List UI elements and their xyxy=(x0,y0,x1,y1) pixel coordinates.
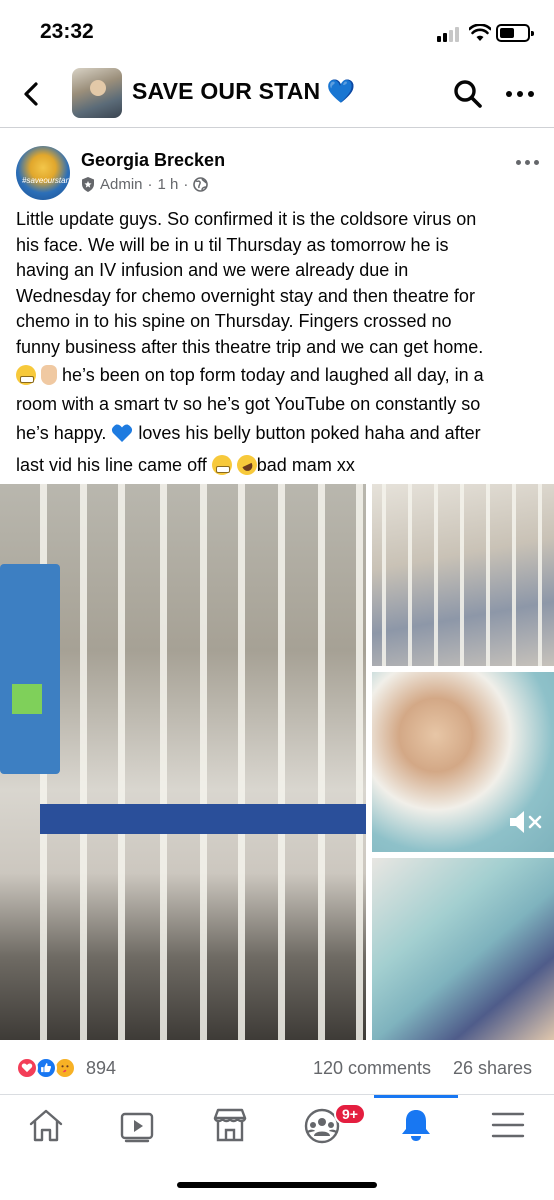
mute-icon[interactable] xyxy=(508,808,544,836)
post-photo-main[interactable] xyxy=(0,484,366,1040)
post-line: his face. We will be in u til Thursday a… xyxy=(16,234,449,255)
status-bar: 23:32 xyxy=(0,0,554,62)
signal-icon xyxy=(437,26,463,42)
home-indicator xyxy=(177,1182,377,1188)
post-line: funny business after this theatre trip a… xyxy=(16,336,484,357)
post-line: room with a smart tv so he’s got YouTube… xyxy=(16,394,481,414)
post-body: Little update guys. So confirmed it is t… xyxy=(16,207,538,482)
post-line-text: loves his belly button poked haha and af… xyxy=(133,423,481,443)
active-tab-indicator xyxy=(374,1095,458,1098)
post-header: #saveourstan Georgia Brecken Admin · 1 h… xyxy=(0,140,554,210)
grimace-emoji-icon xyxy=(211,455,232,475)
more-icon[interactable] xyxy=(506,90,536,98)
post-meta: Admin · 1 h · xyxy=(81,176,209,193)
post-line: he’s been on top form today and laughed … xyxy=(16,360,538,390)
watch-icon[interactable] xyxy=(118,1105,158,1145)
post-line-text: he’s been on top form today and laughed … xyxy=(57,365,484,385)
post-photo-4[interactable] xyxy=(372,858,554,1040)
admin-shield-icon xyxy=(82,177,94,192)
infusion-pump xyxy=(0,564,60,774)
share-count[interactable]: 26 shares xyxy=(453,1058,532,1079)
author-role: Admin xyxy=(100,176,143,193)
post-line: having an IV infusion and we were alread… xyxy=(16,260,409,280)
comment-count[interactable]: 120 comments xyxy=(313,1058,431,1079)
notification-badge: 9+ xyxy=(334,1103,366,1125)
reactions-row: 894 120 comments 26 shares xyxy=(0,1052,554,1086)
care-reaction-icon[interactable] xyxy=(54,1057,76,1079)
post-photo-2[interactable] xyxy=(372,484,554,666)
back-icon[interactable] xyxy=(18,80,46,108)
wifi-icon xyxy=(469,24,491,41)
post-line-text: bad mam xx xyxy=(256,455,355,475)
search-icon[interactable] xyxy=(453,79,483,109)
like-reaction-icon[interactable] xyxy=(35,1057,57,1079)
author-avatar[interactable]: #saveourstan xyxy=(16,146,70,200)
post-line-text: he’s happy. xyxy=(16,423,112,443)
avatar-tag: #saveourstan xyxy=(22,176,70,185)
post-time[interactable]: 1 h xyxy=(158,176,179,193)
bed-base xyxy=(40,804,366,834)
blue-heart-emoji-icon xyxy=(112,424,133,442)
battery-icon xyxy=(496,24,534,42)
menu-icon[interactable] xyxy=(488,1105,528,1145)
reaction-count[interactable]: 894 xyxy=(86,1058,116,1079)
post-options-icon[interactable] xyxy=(516,160,540,166)
crib-bars xyxy=(372,484,554,666)
post-line-text: last vid his line came off xyxy=(16,455,212,475)
post-line: chemo in to his spine on Thursday. Finge… xyxy=(16,311,452,331)
post-line: he’s happy. loves his belly button poked… xyxy=(16,418,538,448)
post-line: Wednesday for chemo overnight stay and t… xyxy=(16,285,475,306)
group-title[interactable]: SAVE OUR STAN 💙 xyxy=(132,78,356,105)
crossed-fingers-emoji-icon xyxy=(41,365,58,385)
grimace-emoji-icon xyxy=(16,365,36,385)
meta-separator: · xyxy=(183,176,189,193)
globe-icon xyxy=(193,177,209,192)
post-line: last vid his line came off bad mam xx xyxy=(16,448,538,482)
bell-icon[interactable] xyxy=(396,1105,436,1145)
group-header: SAVE OUR STAN 💙 xyxy=(0,62,554,128)
author-name[interactable]: Georgia Brecken xyxy=(81,150,225,171)
group-thumbnail[interactable] xyxy=(72,68,122,118)
love-reaction-icon[interactable] xyxy=(16,1057,38,1079)
status-time: 23:32 xyxy=(40,20,94,43)
marketplace-icon[interactable] xyxy=(210,1105,250,1145)
meta-separator: · xyxy=(147,176,153,193)
home-icon[interactable] xyxy=(26,1105,66,1145)
post-line: Little update guys. So confirmed it is t… xyxy=(16,209,477,229)
